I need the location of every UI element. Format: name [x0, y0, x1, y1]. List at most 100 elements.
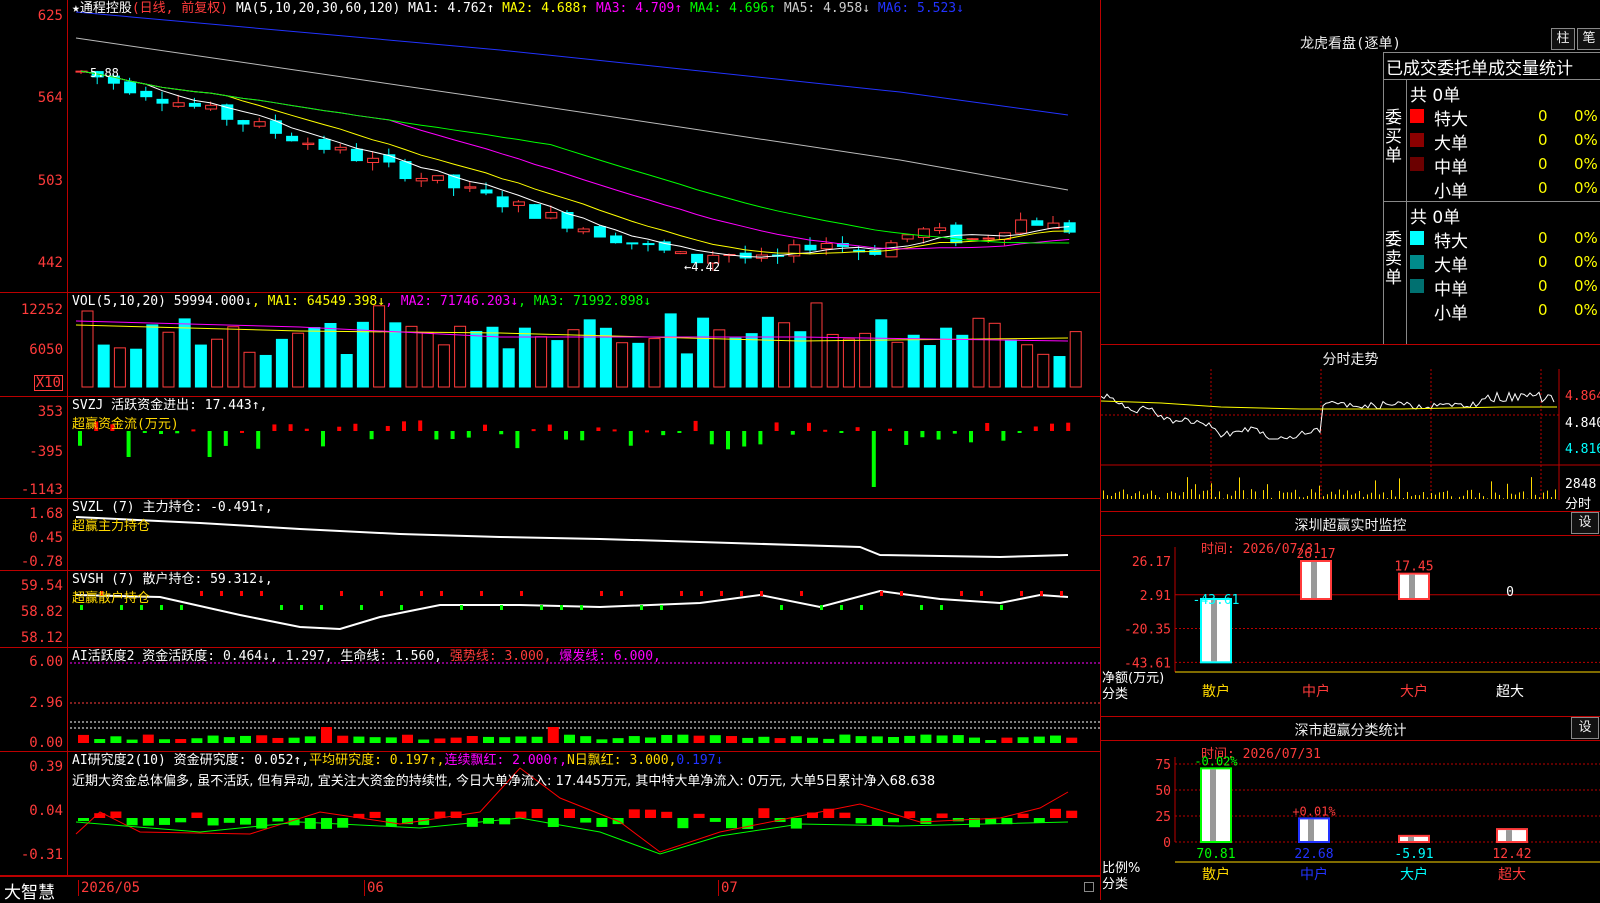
- fund-flow-bar: [321, 431, 325, 446]
- intraday-vol-bar: [1431, 493, 1432, 499]
- lock-icon[interactable]: [1084, 882, 1094, 892]
- svsh-pane[interactable]: 59.54 58.82 58.12 SVSH (7) 散户持仓: 59.312↓…: [0, 571, 1100, 648]
- research-bar: [175, 818, 186, 822]
- fund-flow-bar: [256, 431, 260, 449]
- activity-bar: [1034, 737, 1045, 743]
- candlestick-chart[interactable]: [0, 0, 1100, 293]
- intraday-vol-bar: [1211, 483, 1212, 499]
- activity-bar: [645, 737, 656, 743]
- ma-value: 4.709↑: [635, 1, 690, 16]
- research-bar: [661, 812, 672, 818]
- volume-bar: [1005, 340, 1016, 387]
- order-percent: 0%: [1574, 131, 1598, 149]
- intraday-vol-bar: [1543, 493, 1544, 499]
- intraday-vol-bar: [1287, 492, 1288, 499]
- volume-bar: [795, 332, 806, 387]
- intraday-vol-bar: [1227, 494, 1228, 499]
- candle: [935, 228, 946, 231]
- research-bar: [159, 818, 170, 825]
- bar-view-button[interactable]: 柱: [1551, 28, 1575, 50]
- tick-view-button[interactable]: 笔: [1577, 28, 1600, 50]
- research-bar: [710, 818, 721, 822]
- retail-tick: [340, 591, 343, 596]
- sz-class-panel[interactable]: 深市超赢分类统计 设 时间: 2026/07/31 755025070.81-0…: [1100, 716, 1600, 900]
- candle: [627, 243, 638, 244]
- activity-bar: [1018, 737, 1029, 743]
- fund-flow-bar: [791, 431, 795, 435]
- retail-tick: [220, 591, 223, 596]
- monitor-category: 散户: [1202, 683, 1230, 700]
- candle: [643, 244, 654, 245]
- retail-tick: [720, 591, 723, 596]
- intraday-vol-label: 分时: [1565, 493, 1591, 512]
- intraday-vol-bar: [1551, 497, 1552, 499]
- retail-tick: [280, 605, 283, 610]
- activity-bar: [920, 735, 931, 743]
- activity-bar: [305, 736, 316, 743]
- fund-flow-bar: [224, 431, 228, 446]
- candle: [821, 244, 832, 249]
- class-change: -0.02%: [1194, 754, 1238, 768]
- order-stats-box: 已成交委托单成交量统计 委买单 委卖单 共 0单 共 0单 特大00%大单00%…: [1383, 52, 1600, 345]
- intraday-vol-bar: [1131, 496, 1132, 499]
- volume-bar: [1022, 345, 1033, 387]
- intraday-vol-bar: [1467, 490, 1468, 499]
- retail-tick: [620, 591, 623, 596]
- activity-bar: [580, 736, 591, 743]
- retail-tick: [380, 591, 383, 596]
- fund-flow-bar: [920, 431, 924, 437]
- candle: [967, 239, 978, 240]
- activity-bar: [564, 735, 575, 743]
- class-bar-shade: [1408, 837, 1414, 841]
- intraday-panel[interactable]: 分时走势 4.864 4.840 4.816 2848 分时: [1100, 344, 1600, 511]
- ai-research-pane[interactable]: 0.39 0.04 -0.31 AI研究度2(10) 资金研究度: 0.052↑…: [0, 752, 1100, 876]
- order-stats-tabs[interactable]: 已成交委托单成交量统计: [1386, 54, 1573, 79]
- candle: [303, 143, 314, 144]
- intraday-vol-bar: [1119, 492, 1120, 499]
- ai-active-pane[interactable]: 6.00 2.96 0.00 AI活跃度2 资金活跃度: 0.464↓, 1.2…: [0, 648, 1100, 752]
- ma-line-120: [76, 12, 1068, 115]
- fund-flow-bar: [451, 431, 455, 439]
- intraday-vol-bar: [1315, 492, 1316, 499]
- intraday-vol-bar: [1407, 492, 1408, 499]
- fund-flow-bar: [661, 431, 665, 435]
- candle: [238, 121, 249, 125]
- intraday-vol-bar: [1399, 478, 1400, 499]
- intraday-vol-bar: [1179, 495, 1180, 499]
- fund-flow-bar: [807, 423, 811, 431]
- activity-bar: [937, 735, 948, 743]
- retail-tick: [860, 605, 863, 610]
- intraday-vol-bar: [1335, 494, 1336, 499]
- intraday-vol-bar: [1383, 492, 1384, 499]
- intraday-vol-bar: [1111, 496, 1112, 499]
- sz-monitor-panel[interactable]: 深圳超赢实时监控 设 时间: 2026/07/31 26.172.91-20.3…: [1100, 511, 1600, 716]
- retail-tick: [600, 591, 603, 596]
- fund-flow-bar: [629, 431, 633, 446]
- activity-bar: [726, 736, 737, 743]
- kline-pane[interactable]: 625 564 503 442 ★通程控股(日线, 前复权) MA(5,10,2…: [0, 0, 1100, 293]
- volume-bar: [762, 317, 773, 387]
- buy-orders-label: 委买单: [1385, 109, 1405, 166]
- volume-pane[interactable]: 12252 6050 X10 VOL(5,10,20) 59994.000↓, …: [0, 293, 1100, 397]
- intraday-vol-bar: [1219, 491, 1220, 499]
- monitor-bar-shade: [1311, 562, 1317, 598]
- volume-bar: [584, 320, 595, 387]
- order-size-label: 大单: [1434, 251, 1468, 276]
- vol-label: VOL(5,10,20): [72, 294, 166, 309]
- fund-flow-bar: [337, 427, 341, 431]
- activity-bar: [710, 735, 721, 743]
- research-bar: [1066, 811, 1077, 818]
- order-count: 0: [1538, 155, 1548, 173]
- research-bar: [143, 818, 154, 826]
- candle: [740, 253, 751, 258]
- svzj-pane[interactable]: 353 -395 -1143 SVZJ 活跃资金进出: 17.443↑, 超赢资…: [0, 397, 1100, 499]
- research-bar: [596, 818, 607, 827]
- activity-bar: [904, 736, 915, 743]
- svzl-pane[interactable]: 1.68 0.45 -0.78 SVZL (7) 主力持仓: -0.491↑, …: [0, 499, 1100, 571]
- research-bar: [1018, 814, 1029, 818]
- fund-flow-bar: [127, 431, 131, 457]
- intraday-vol-bar: [1295, 490, 1296, 499]
- candle: [416, 178, 427, 180]
- activity-bar: [78, 735, 89, 743]
- intraday-chart[interactable]: [1101, 345, 1600, 512]
